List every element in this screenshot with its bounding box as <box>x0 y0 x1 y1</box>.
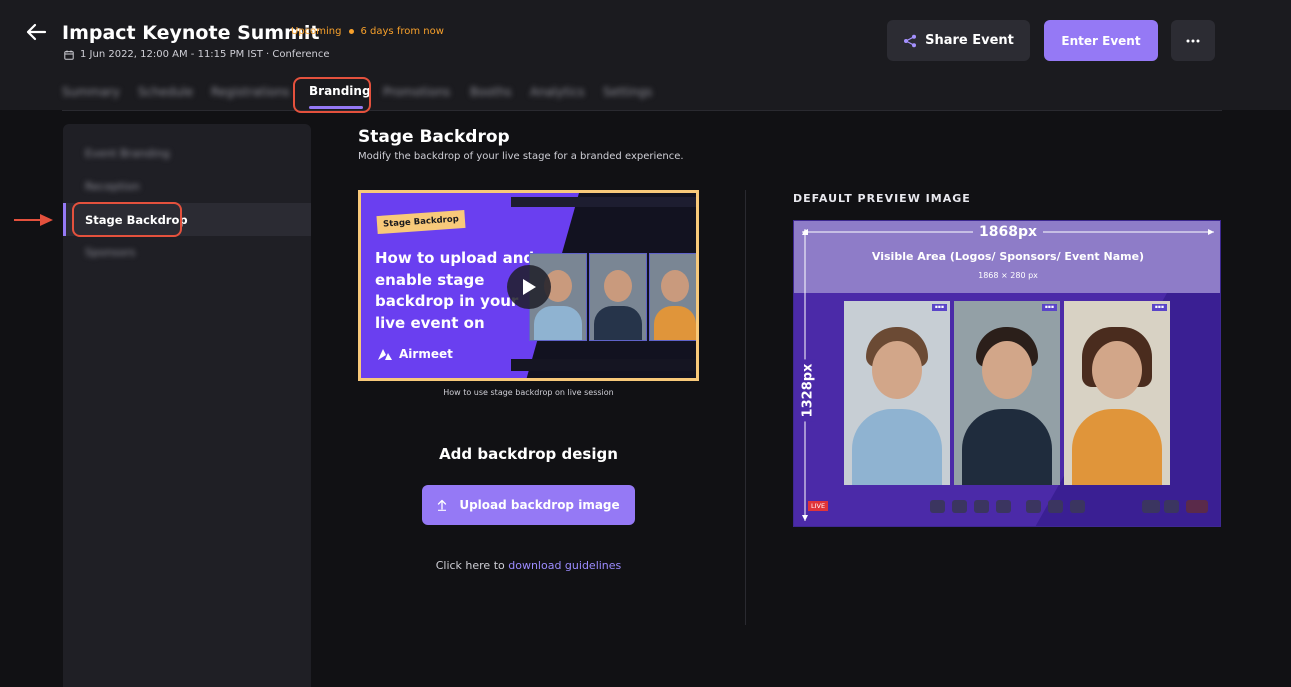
video-tile-speaker-2 <box>649 253 696 341</box>
role-tag: ▪▪▪ <box>931 304 947 311</box>
preview-tile-speaker: ▪▪▪ <box>954 301 1060 485</box>
height-label: 1328px <box>800 359 816 422</box>
screen-share-icon <box>974 500 989 513</box>
layout-icon <box>1142 500 1160 513</box>
thumbnail-title-bar <box>511 197 696 207</box>
default-preview-image: 1868px Visible Area (Logos/ Sponsors/ Ev… <box>793 220 1221 527</box>
live-badge: LIVE <box>808 501 829 511</box>
event-meta: 1 Jun 2022, 12:00 AM - 11:15 PM IST · Co… <box>64 49 330 60</box>
participant-body <box>594 306 642 340</box>
more-options-button[interactable] <box>1171 20 1215 61</box>
participant-body <box>654 306 696 340</box>
camera-icon <box>930 500 945 513</box>
status-badge: Upcoming <box>291 26 342 37</box>
tab-analytics[interactable]: Analytics <box>530 85 585 99</box>
sidebar-item-sponsors[interactable]: Sponsors <box>85 246 135 259</box>
mic-icon <box>952 500 967 513</box>
airmeet-logo-text: Airmeet <box>399 347 453 361</box>
width-label-text: 1868px <box>972 224 1044 240</box>
participant-face <box>982 341 1032 399</box>
eye-icon <box>996 500 1011 513</box>
event-title: Impact Keynote Summit <box>62 22 320 44</box>
record-icon <box>1186 500 1208 513</box>
enter-event-button[interactable]: Enter Event <box>1044 20 1158 61</box>
preview-tile-speaker-2: ▪▪▪ <box>1064 301 1170 485</box>
header-divider <box>62 110 1222 111</box>
status-dot <box>348 28 354 34</box>
upload-backdrop-label: Upload backdrop image <box>459 498 620 512</box>
participant-body <box>534 306 582 340</box>
poll-icon <box>1048 500 1063 513</box>
sidebar-highlight-outline <box>72 202 182 237</box>
calendar-icon <box>64 50 74 60</box>
participant-body <box>962 409 1052 485</box>
share-event-label: Share Event <box>925 33 1014 48</box>
upload-icon <box>438 499 447 511</box>
participant-body <box>1072 409 1162 485</box>
sidebar-active-indicator <box>63 203 66 236</box>
upload-backdrop-button[interactable]: Upload backdrop image <box>422 485 635 525</box>
tab-settings[interactable]: Settings <box>603 85 652 99</box>
tab-schedule[interactable]: Schedule <box>138 85 193 99</box>
airmeet-logo-icon <box>378 349 392 360</box>
width-label: 1868px <box>794 224 1220 240</box>
event-datetime: 1 Jun 2022, 12:00 AM - 11:15 PM IST · Co… <box>80 49 330 60</box>
share-event-button[interactable]: Share Event <box>887 20 1030 61</box>
tab-summary[interactable]: Summary <box>62 85 120 99</box>
pointer-arrow-icon <box>14 214 53 226</box>
participant-face <box>604 270 632 302</box>
participant-face <box>1092 341 1142 399</box>
content-divider <box>745 190 746 625</box>
guidelines-text: Click here to download guidelines <box>358 559 699 572</box>
event-status: Upcoming 6 days from now <box>291 26 444 37</box>
role-tag: ▪▪▪ <box>1151 304 1167 311</box>
participant-body <box>852 409 942 485</box>
video-caption: How to use stage backdrop on live sessio… <box>443 388 614 397</box>
preview-label: DEFAULT PREVIEW IMAGE <box>793 192 971 205</box>
broadcast-icon <box>1164 500 1179 513</box>
video-tile-speaker <box>589 253 647 341</box>
participant-face <box>661 270 689 302</box>
sidebar-item-event-branding[interactable]: Event Branding <box>85 147 170 160</box>
section-title: Stage Backdrop <box>358 127 510 147</box>
tab-booths[interactable]: Booths <box>470 85 511 99</box>
thumbnail-controls <box>511 359 696 371</box>
countdown-text: 6 days from now <box>360 26 444 37</box>
emoji-icon <box>1026 500 1041 513</box>
guidelines-prefix: Click here to <box>435 559 505 572</box>
thumbnail-tag: Stage Backdrop <box>376 209 466 235</box>
add-backdrop-heading: Add backdrop design <box>439 445 618 463</box>
tab-promotions[interactable]: Promotions <box>383 85 450 99</box>
tutorial-video-thumbnail[interactable]: Stage Backdrop How to upload and enable … <box>358 190 699 381</box>
visible-area-label: Visible Area (Logos/ Sponsors/ Event Nam… <box>871 250 1145 263</box>
more-icon <box>1070 500 1085 513</box>
airmeet-logo: Airmeet <box>377 347 453 361</box>
role-tag: ▪▪▪ <box>1041 304 1057 311</box>
play-icon[interactable] <box>507 265 551 309</box>
more-dots-icon <box>1186 39 1200 42</box>
preview-control-bar: LIVE <box>802 497 1214 517</box>
tab-highlight-outline <box>293 77 371 113</box>
participant-face <box>872 341 922 399</box>
share-icon <box>904 34 917 47</box>
tab-registrations[interactable]: Registrations <box>211 85 290 99</box>
sidebar-item-reception[interactable]: Reception <box>85 180 140 193</box>
download-guidelines-link[interactable]: download guidelines <box>508 559 621 572</box>
height-label-text: 1328px <box>800 359 816 422</box>
back-arrow-icon[interactable] <box>24 20 48 44</box>
section-subtitle: Modify the backdrop of your live stage f… <box>358 151 684 162</box>
visible-area-dimensions: 1868 × 280 px <box>978 271 1038 280</box>
preview-tile-host: ▪▪▪ <box>844 301 950 485</box>
